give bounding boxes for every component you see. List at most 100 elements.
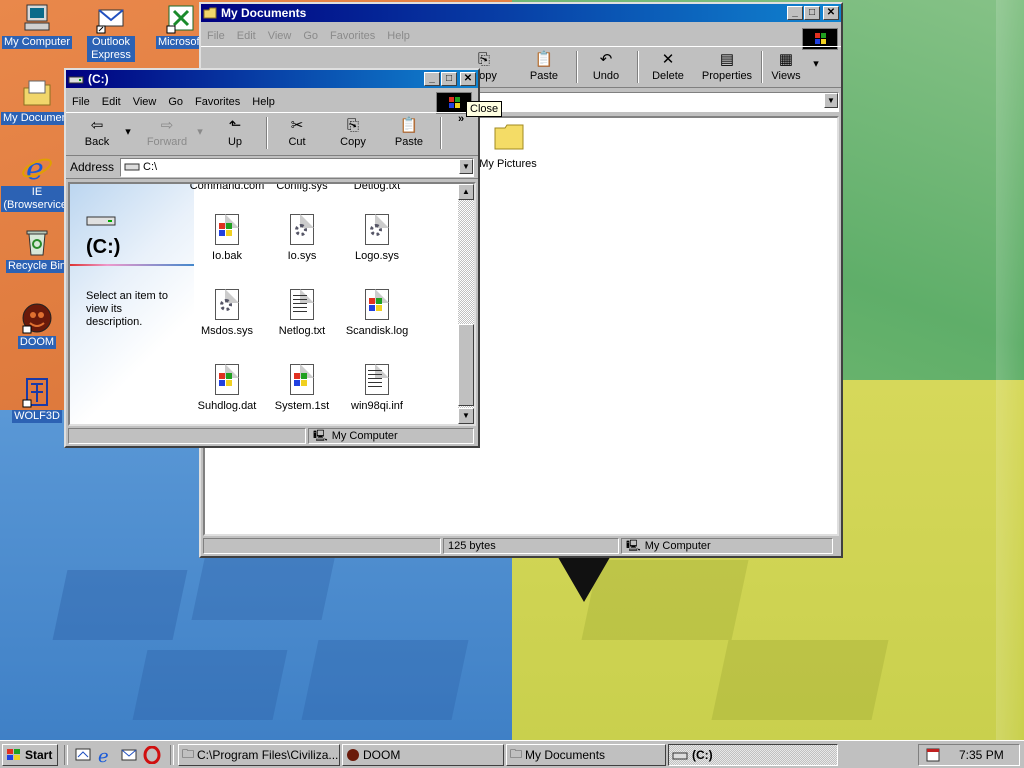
task-label: C:\Program Files\Civiliza... (197, 748, 339, 762)
toolbar-separator (440, 117, 442, 149)
desktop-icon-doom[interactable]: DOOM (1, 302, 73, 349)
file-item[interactable]: Netlog.txt (261, 289, 343, 337)
toolbar-separator (266, 117, 268, 149)
internet-explorer-icon[interactable]: e (96, 746, 114, 767)
paste-button[interactable]: 📋 Paste (382, 115, 436, 148)
file-icon (363, 364, 391, 396)
desktop-icon-ie-browservice[interactable]: e IE (Browservice) (1, 152, 73, 212)
file-item[interactable]: Config.sys (261, 184, 343, 192)
desktop-icon-wolf3d[interactable]: WOLF3D (1, 376, 73, 423)
window-title: My Documents (221, 6, 307, 20)
menu-go[interactable]: Go (168, 96, 183, 108)
file-item[interactable]: Suhdlog.dat (186, 364, 268, 412)
my-documents-titlebar[interactable]: My Documents _ □ ✕ (201, 4, 841, 22)
delete-label: Delete (652, 70, 684, 82)
file-item[interactable]: Command.com (186, 182, 268, 192)
file-item[interactable]: Logo.sys (336, 214, 418, 262)
task-button-doom[interactable]: DOOM (342, 744, 504, 766)
drive-icon (86, 214, 116, 228)
menu-edit[interactable]: Edit (237, 30, 256, 42)
copy-icon: ⎘ (346, 116, 359, 134)
close-button[interactable]: ✕ (460, 72, 476, 86)
vertical-scrollbar[interactable]: ▲ ▼ (458, 184, 474, 424)
desktop-icon-my-computer[interactable]: My Computer (1, 2, 73, 49)
task-button-civilization[interactable]: 🗀 C:\Program Files\Civiliza... (178, 744, 340, 766)
opera-icon[interactable] (143, 745, 161, 765)
maximize-button[interactable]: □ (804, 6, 820, 20)
cut-label: Cut (288, 136, 306, 148)
paste-button[interactable]: 📋 Paste (517, 49, 571, 82)
scroll-down-button[interactable]: ▼ (458, 408, 474, 424)
desktop-icon-recycle-bin[interactable]: Recycle Bin (1, 226, 73, 273)
file-item[interactable]: System.1st (261, 364, 343, 412)
file-item[interactable]: Scandisk.log (336, 289, 418, 337)
desktop-icon-my-documents[interactable]: My Documents (1, 78, 75, 128)
menu-go[interactable]: Go (303, 30, 318, 42)
clock[interactable]: 7:35 PM (959, 748, 1004, 762)
cut-button[interactable]: ✂ Cut (270, 115, 324, 148)
address-field[interactable]: ▼ (471, 92, 839, 112)
menu-file[interactable]: File (207, 30, 225, 42)
task-label: DOOM (363, 748, 401, 762)
scroll-up-button[interactable]: ▲ (458, 184, 474, 200)
file-label: System.1st (274, 400, 330, 412)
address-field[interactable]: C:\ ▼ (120, 157, 474, 177)
close-button[interactable]: ✕ (823, 6, 839, 20)
address-dropdown-arrow[interactable]: ▼ (824, 93, 838, 108)
c-drive-window[interactable]: (C:) _ □ ✕ File Edit View Go Favorites H… (64, 68, 480, 448)
file-item[interactable]: Io.bak (186, 214, 268, 262)
excel-icon (165, 2, 197, 34)
properties-button[interactable]: ▤ Properties (697, 49, 757, 82)
file-item[interactable]: win98qi.inf (336, 364, 418, 412)
back-dropdown-arrow[interactable]: ▾ (122, 125, 134, 138)
folder-icon (21, 78, 53, 110)
delete-button[interactable]: ✕ Delete (641, 49, 695, 82)
menu-favorites[interactable]: Favorites (195, 96, 240, 108)
undo-button[interactable]: ↶ Undo (579, 49, 633, 82)
outlook-express-icon[interactable] (120, 746, 138, 764)
desktop-icon-label: IE (Browservice) (1, 186, 73, 212)
address-label: Address (70, 160, 115, 174)
views-dropdown-arrow[interactable]: ▾ (809, 57, 823, 70)
minimize-button[interactable]: _ (424, 72, 440, 86)
up-button[interactable]: ⬑ Up (208, 115, 262, 148)
status-cell-blank (203, 538, 441, 554)
show-desktop-icon[interactable] (74, 746, 92, 764)
c-drive-file-view[interactable]: (C:) Select an item to view its descript… (68, 182, 476, 426)
menu-view[interactable]: View (268, 30, 292, 42)
file-icon (288, 214, 316, 246)
status-zone-label: My Computer (331, 430, 398, 442)
back-button[interactable]: ⇦ Back (70, 115, 124, 148)
file-label: Msdos.sys (201, 325, 253, 337)
views-button[interactable]: ▦ Views (759, 49, 813, 82)
file-item[interactable]: Msdos.sys (186, 289, 268, 337)
menu-view[interactable]: View (133, 96, 157, 108)
file-label: Command.com (189, 182, 265, 192)
menu-favorites[interactable]: Favorites (330, 30, 375, 42)
menu-edit[interactable]: Edit (102, 96, 121, 108)
address-dropdown-arrow[interactable]: ▼ (459, 158, 473, 174)
task-button-my-documents[interactable]: 🗀 My Documents (506, 744, 666, 766)
start-button[interactable]: Start (2, 744, 58, 766)
taskbar-separator (170, 745, 174, 765)
desktop-icon-label: Recycle Bin (5, 260, 69, 273)
copy-button[interactable]: ⎘ Copy (326, 115, 380, 149)
my-computer-icon (21, 2, 53, 34)
task-button-c-drive[interactable]: (C:) (668, 744, 838, 766)
menu-help[interactable]: Help (252, 96, 275, 108)
file-item[interactable]: Io.sys (261, 214, 343, 262)
taskbar-separator (64, 745, 68, 765)
minimize-button[interactable]: _ (787, 6, 803, 20)
forward-dropdown-arrow[interactable]: ▾ (194, 125, 206, 138)
c-drive-titlebar[interactable]: (C:) _ □ ✕ (66, 70, 478, 88)
file-item[interactable]: Detlog.txt (336, 184, 418, 192)
menu-help[interactable]: Help (387, 30, 410, 42)
desktop-icon-label: DOOM (17, 336, 57, 349)
scroll-thumb[interactable] (458, 324, 474, 406)
menu-file[interactable]: File (72, 96, 90, 108)
scheduler-icon[interactable] (925, 747, 943, 763)
forward-button[interactable]: ⇨ Forward (140, 115, 194, 148)
desktop-icon-outlook-express[interactable]: Outlook Express (75, 2, 147, 62)
paste-icon: 📋 (534, 51, 554, 68)
maximize-button[interactable]: □ (441, 72, 457, 86)
